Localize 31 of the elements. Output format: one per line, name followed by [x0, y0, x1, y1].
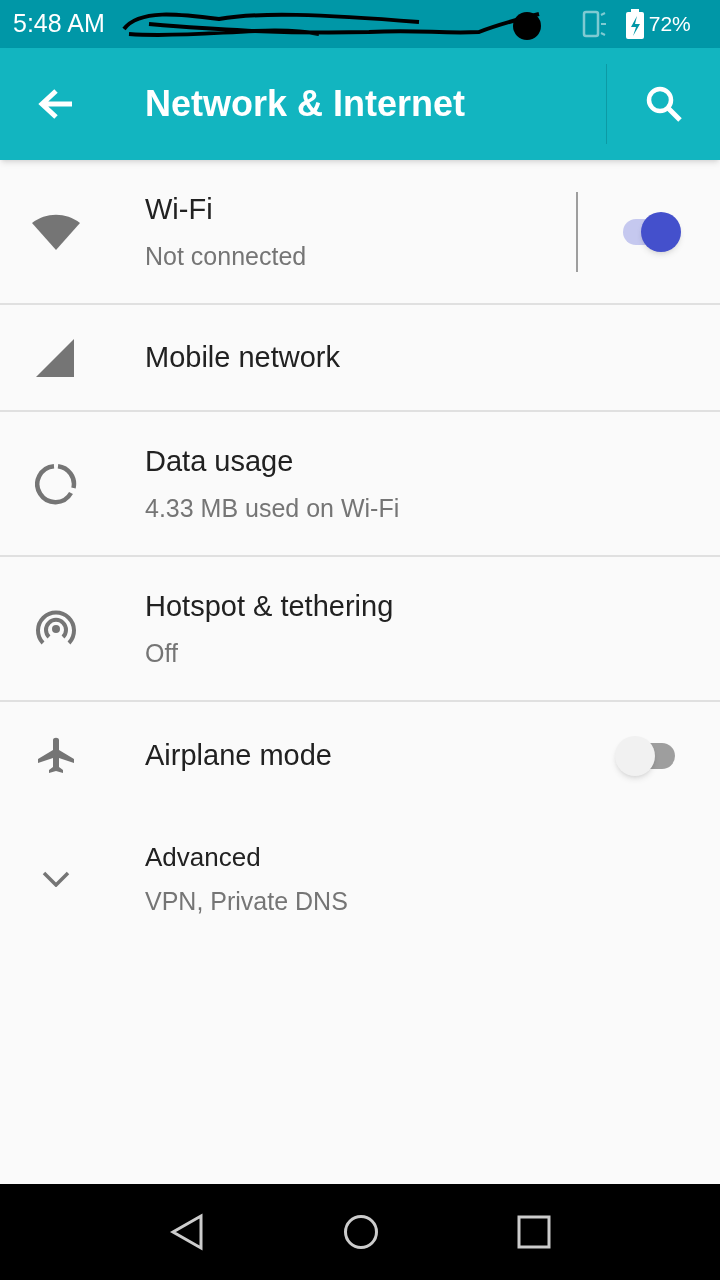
settings-item[interactable]: Wi-Fi Not connected: [0, 160, 720, 305]
settings-item[interactable]: Advanced VPN, Private DNS: [0, 809, 720, 949]
settings-item[interactable]: Data usage 4.33 MB used on Wi-Fi: [0, 412, 720, 557]
back-arrow-icon: [38, 88, 74, 120]
data-usage-icon: [35, 462, 77, 505]
signal-icon: [36, 338, 76, 377]
home-nav-icon[interactable]: [343, 1214, 379, 1250]
item-title: Mobile network: [145, 339, 342, 375]
item-subtitle: 4.33 MB used on Wi-Fi: [145, 492, 401, 524]
recents-nav-icon[interactable]: [517, 1215, 551, 1249]
settings-item[interactable]: Mobile network: [0, 305, 720, 412]
battery-charging-icon: [624, 8, 645, 40]
airplane-icon: [36, 735, 76, 776]
item-subtitle: Off: [145, 637, 179, 669]
item-title: Advanced: [145, 840, 262, 874]
item-subtitle: VPN, Private DNS: [145, 885, 349, 917]
item-title: Hotspot & tethering: [145, 589, 395, 624]
status-time: 5:48 AM: [13, 8, 105, 40]
item-title: Airplane mode: [145, 737, 333, 773]
screen-title: Network & Internet: [145, 82, 467, 126]
battery-percent: 72%: [648, 11, 691, 38]
settings-item[interactable]: Hotspot & tethering Off: [0, 557, 720, 702]
settings-item[interactable]: Airplane mode: [0, 702, 720, 809]
item-subtitle: Not connected: [145, 240, 308, 272]
phone-rotate-icon: [580, 9, 607, 39]
item-title: Data usage: [145, 444, 295, 479]
chevron-down-icon: [42, 871, 70, 887]
back-nav-icon[interactable]: [169, 1213, 205, 1251]
search-icon: [644, 85, 683, 123]
item-title: Wi-Fi: [145, 192, 214, 227]
wifi-icon: [31, 213, 81, 250]
